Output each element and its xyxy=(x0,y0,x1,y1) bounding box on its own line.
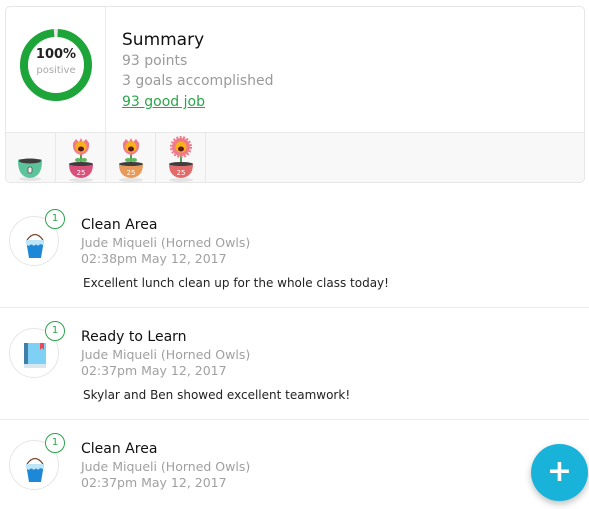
pot-empty[interactable] xyxy=(6,133,56,182)
summary-card: 100% positive Summary 93 points 3 goals … xyxy=(5,6,585,183)
note-text: Skylar and Ben showed excellent teamwork… xyxy=(83,388,351,402)
flower-pot-icon: 25 xyxy=(69,138,93,182)
behavior-title: Ready to Learn xyxy=(81,329,187,345)
pot-label: 25 xyxy=(127,169,136,177)
note-text: Excellent lunch clean up for the whole c… xyxy=(83,276,389,290)
feed-item[interactable]: 1 Clean Area Jude Miqueli (Horned Owls) … xyxy=(0,420,589,509)
count-badge: 1 xyxy=(45,321,65,341)
pot-label: 25 xyxy=(77,169,86,177)
plus-icon: + xyxy=(546,454,573,489)
empty-pot-icon xyxy=(18,158,42,181)
feed-item[interactable]: 1 Clean Area Jude Miqueli (Horned Owls) … xyxy=(0,196,589,308)
author-text: Jude Miqueli (Horned Owls) xyxy=(81,347,251,362)
add-button[interactable]: + xyxy=(531,444,588,501)
pots-row: 25 25 25 xyxy=(6,133,584,182)
pot-flower-1[interactable]: 25 xyxy=(56,133,106,182)
ring-label: positive xyxy=(36,65,76,76)
behavior-title: Clean Area xyxy=(81,217,158,233)
count-badge: 1 xyxy=(45,209,65,229)
count-badge: 1 xyxy=(45,433,65,453)
timestamp-text: 02:37pm May 12, 2017 xyxy=(81,363,227,378)
summary-text: Summary 93 points 3 goals accomplished 9… xyxy=(122,29,274,112)
timestamp-text: 02:37pm May 12, 2017 xyxy=(81,475,227,490)
timestamp-text: 02:38pm May 12, 2017 xyxy=(81,251,227,266)
pot-flower-3[interactable]: 25 xyxy=(156,133,206,182)
pot-label: 25 xyxy=(177,169,186,177)
author-text: Jude Miqueli (Horned Owls) xyxy=(81,459,251,474)
summary-title: Summary xyxy=(122,30,205,50)
ring-percent: 100% xyxy=(35,47,77,62)
goals-text: 3 goals accomplished xyxy=(122,73,274,89)
feed-item[interactable]: 1 Ready to Learn Jude Miqueli (Horned Ow… xyxy=(0,308,589,420)
summary-header: 100% positive Summary 93 points 3 goals … xyxy=(6,7,584,133)
daisy-pot-icon: 25 xyxy=(169,136,193,182)
behavior-title: Clean Area xyxy=(81,441,158,457)
author-text: Jude Miqueli (Horned Owls) xyxy=(81,235,251,250)
flower-pot-icon: 25 xyxy=(119,138,143,182)
points-text: 93 points xyxy=(122,53,188,69)
good-job-link[interactable]: 93 good job xyxy=(122,92,205,112)
positive-ring: 100% positive xyxy=(6,7,106,133)
pot-flower-2[interactable]: 25 xyxy=(106,133,156,182)
